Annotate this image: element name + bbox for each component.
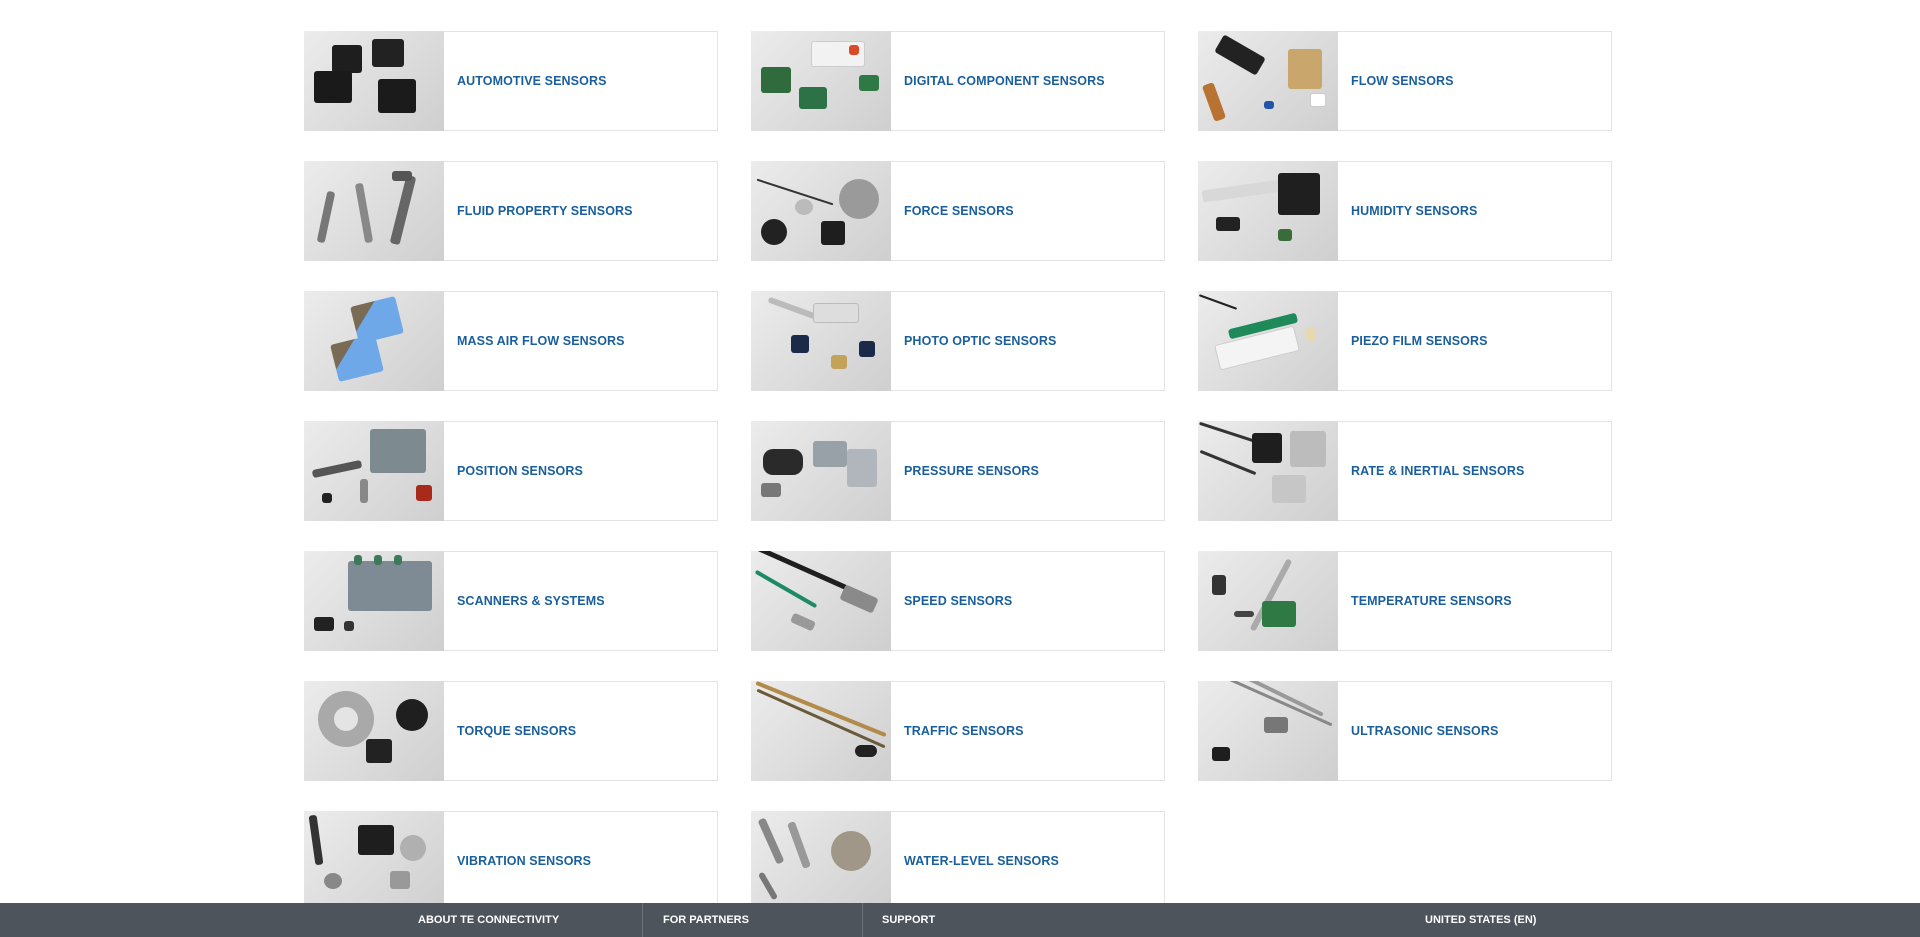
category-card-vibration-sensors[interactable]: VIBRATION SENSORS [304,811,718,911]
category-label: FORCE SENSORS [904,204,1014,218]
footer-divider [862,903,863,937]
category-label: PIEZO FILM SENSORS [1351,334,1488,348]
water-level-sensors-product-image [751,811,891,911]
category-card-automotive-sensors[interactable]: AUTOMOTIVE SENSORS [304,31,718,131]
mass-air-flow-sensors-product-image [304,291,444,391]
category-card-rate-inertial-sensors[interactable]: RATE & INERTIAL SENSORS [1198,421,1612,521]
category-label: TRAFFIC SENSORS [904,724,1024,738]
category-label: ULTRASONIC SENSORS [1351,724,1499,738]
category-label: DIGITAL COMPONENT SENSORS [904,74,1105,88]
category-card-flow-sensors[interactable]: FLOW SENSORS [1198,31,1612,131]
vibration-sensors-product-image [304,811,444,911]
digital-component-sensors-product-image [751,31,891,131]
category-card-humidity-sensors[interactable]: HUMIDITY SENSORS [1198,161,1612,261]
category-label: SPEED SENSORS [904,594,1013,608]
force-sensors-product-image [751,161,891,261]
category-card-temperature-sensors[interactable]: TEMPERATURE SENSORS [1198,551,1612,651]
humidity-sensors-product-image [1198,161,1338,261]
pressure-sensors-product-image [751,421,891,521]
category-card-force-sensors[interactable]: FORCE SENSORS [751,161,1165,261]
footer-link-partners[interactable]: FOR PARTNERS [663,903,749,937]
category-card-ultrasonic-sensors[interactable]: ULTRASONIC SENSORS [1198,681,1612,781]
category-card-mass-air-flow-sensors[interactable]: MASS AIR FLOW SENSORS [304,291,718,391]
site-footer-bar: ABOUT TE CONNECTIVITY FOR PARTNERS SUPPO… [0,903,1920,937]
sensor-category-grid: AUTOMOTIVE SENSORS DIGITAL COMPONENT SEN… [304,31,1613,911]
temperature-sensors-product-image [1198,551,1338,651]
category-label: FLOW SENSORS [1351,74,1454,88]
piezo-film-sensors-product-image [1198,291,1338,391]
footer-link-about[interactable]: ABOUT TE CONNECTIVITY [418,903,559,937]
photo-optic-sensors-product-image [751,291,891,391]
footer-link-support[interactable]: SUPPORT [882,903,935,937]
category-label: RATE & INERTIAL SENSORS [1351,464,1525,478]
category-label: PHOTO OPTIC SENSORS [904,334,1057,348]
category-card-digital-component-sensors[interactable]: DIGITAL COMPONENT SENSORS [751,31,1165,131]
category-card-scanners-systems[interactable]: SCANNERS & SYSTEMS [304,551,718,651]
position-sensors-product-image [304,421,444,521]
category-label: TORQUE SENSORS [457,724,577,738]
category-card-traffic-sensors[interactable]: TRAFFIC SENSORS [751,681,1165,781]
category-label: AUTOMOTIVE SENSORS [457,74,607,88]
category-card-water-level-sensors[interactable]: WATER-LEVEL SENSORS [751,811,1165,911]
traffic-sensors-product-image [751,681,891,781]
automotive-sensors-product-image [304,31,444,131]
footer-divider [642,903,643,937]
category-label: TEMPERATURE SENSORS [1351,594,1512,608]
category-label: FLUID PROPERTY SENSORS [457,204,633,218]
speed-sensors-product-image [751,551,891,651]
footer-region-selector[interactable]: UNITED STATES (EN) [1425,903,1536,937]
category-label: MASS AIR FLOW SENSORS [457,334,625,348]
torque-sensors-product-image [304,681,444,781]
category-card-pressure-sensors[interactable]: PRESSURE SENSORS [751,421,1165,521]
category-card-photo-optic-sensors[interactable]: PHOTO OPTIC SENSORS [751,291,1165,391]
category-label: HUMIDITY SENSORS [1351,204,1478,218]
category-label: PRESSURE SENSORS [904,464,1039,478]
ultrasonic-sensors-product-image [1198,681,1338,781]
category-card-speed-sensors[interactable]: SPEED SENSORS [751,551,1165,651]
category-label: VIBRATION SENSORS [457,854,592,868]
category-card-torque-sensors[interactable]: TORQUE SENSORS [304,681,718,781]
rate-inertial-sensors-product-image [1198,421,1338,521]
scanners-systems-product-image [304,551,444,651]
category-card-position-sensors[interactable]: POSITION SENSORS [304,421,718,521]
flow-sensors-product-image [1198,31,1338,131]
category-label: WATER-LEVEL SENSORS [904,854,1059,868]
category-label: POSITION SENSORS [457,464,583,478]
fluid-property-sensors-product-image [304,161,444,261]
category-label: SCANNERS & SYSTEMS [457,594,605,608]
category-card-piezo-film-sensors[interactable]: PIEZO FILM SENSORS [1198,291,1612,391]
category-card-fluid-property-sensors[interactable]: FLUID PROPERTY SENSORS [304,161,718,261]
